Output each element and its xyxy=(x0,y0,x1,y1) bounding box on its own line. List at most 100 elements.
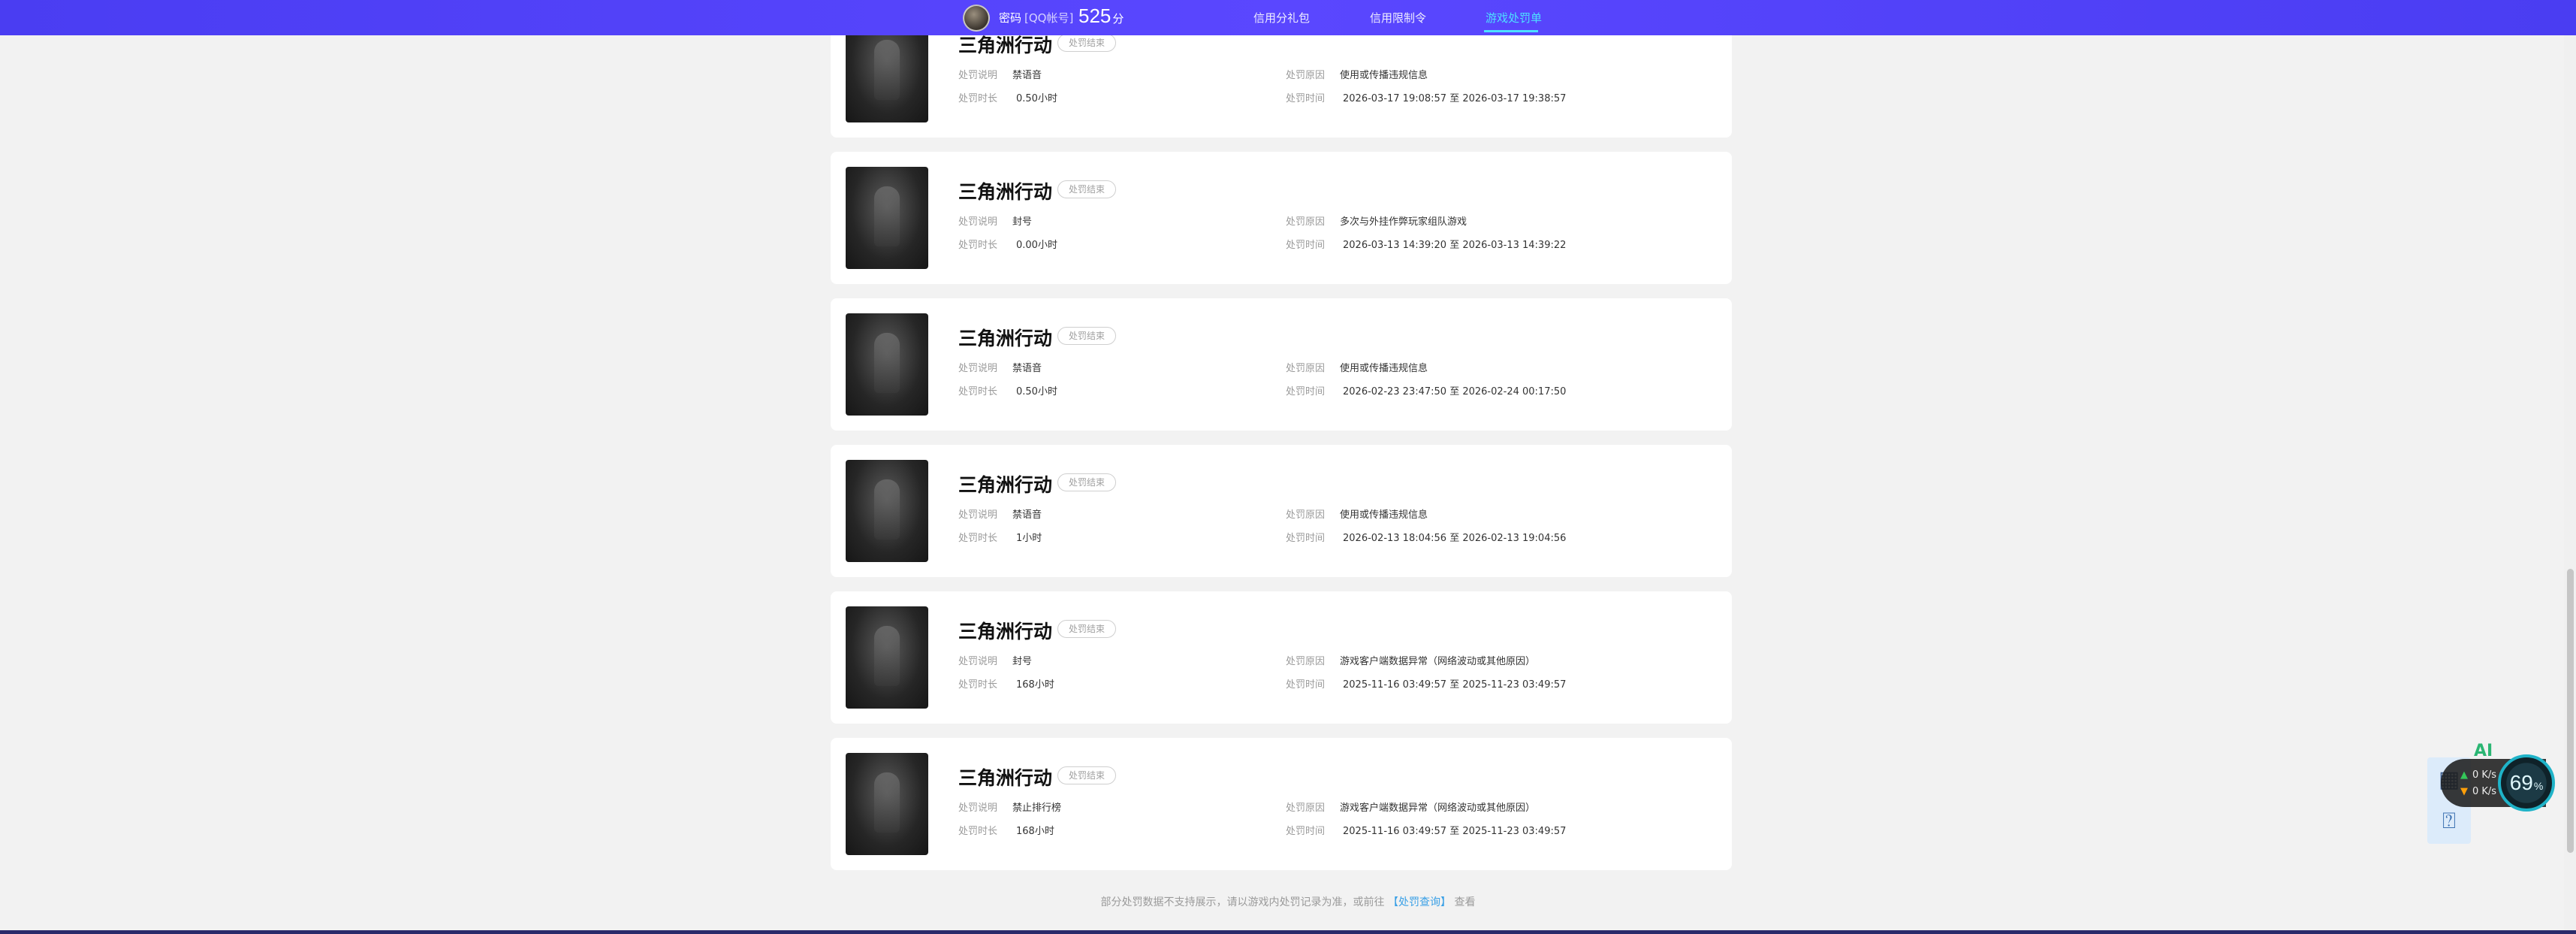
status-badge: 处罚结束 xyxy=(1057,620,1117,638)
account-type: [QQ帐号] xyxy=(1024,11,1074,25)
account-name: 密码 xyxy=(999,11,1022,25)
top-nav-bar: 密码 [QQ帐号] 525 分 信用分礼包 信用限制令 游戏处罚单 xyxy=(0,0,2576,35)
penalty-record-card: 三角洲行动 处罚结束处罚说明 封号处罚时长 0.00小时 处罚原因 多次与外挂作弊玩家组队… xyxy=(831,152,1732,284)
penalty-desc-label: 处罚说明 xyxy=(958,509,998,521)
game-thumbnail xyxy=(846,313,928,416)
game-thumbnail xyxy=(846,753,928,855)
penalty-time-value: 2026-02-23 23:47:50 至 2026-02-24 00:17:5… xyxy=(1343,386,1567,397)
penalty-desc-value: 封号 xyxy=(1012,656,1033,667)
performance-gauge[interactable]: 69% xyxy=(2498,754,2555,812)
penalty-reason-value: 游戏客户端数据异常（网络波动或其他原因） xyxy=(1340,656,1536,667)
penalty-desc-label: 处罚说明 xyxy=(958,216,998,228)
penalty-desc-value: 禁语音 xyxy=(1012,70,1042,81)
score-unit: 分 xyxy=(1112,13,1124,26)
nav-credit-restriction[interactable]: 信用限制令 xyxy=(1370,10,1426,26)
penalty-desc-value: 禁语音 xyxy=(1012,363,1042,374)
penalty-time-value: 2026-03-13 14:39:20 至 2026-03-13 14:39:2… xyxy=(1343,240,1567,251)
penalty-duration-value: 1小时 xyxy=(1016,533,1042,544)
game-thumbnail xyxy=(846,167,928,269)
download-arrow-icon: ▼ xyxy=(2460,786,2468,797)
penalty-reason-label: 处罚原因 xyxy=(1286,509,1326,521)
download-speed: ▼ 0 K/s xyxy=(2460,786,2496,797)
footer-note-text: 部分处罚数据不支持展示，请以游戏内处罚记录为准，或前往 xyxy=(1100,896,1385,908)
gauge-value: 69 xyxy=(2509,771,2533,794)
upload-speed-value: 0 K/s xyxy=(2472,769,2497,781)
bottom-border xyxy=(0,930,2576,934)
game-thumbnail xyxy=(846,460,928,562)
download-speed-value: 0 K/s xyxy=(2472,786,2497,797)
penalty-time-label: 处罚时间 xyxy=(1286,93,1326,104)
penalty-duration-value: 168小时 xyxy=(1016,826,1054,837)
ai-label[interactable]: AI xyxy=(2474,742,2493,760)
penalty-reason-value: 多次与外挂作弊玩家组队游戏 xyxy=(1340,216,1467,228)
footer-note: 部分处罚数据不支持展示，请以游戏内处罚记录为准，或前往 【处罚查询】 查看 xyxy=(0,894,2576,909)
penalty-duration-label: 处罚时长 xyxy=(958,679,998,691)
penalty-reason-value: 使用或传播违规信息 xyxy=(1340,70,1428,81)
penalty-time-label: 处罚时间 xyxy=(1286,679,1326,691)
game-title: 三角洲行动 xyxy=(958,621,1053,642)
penalty-reason-label: 处罚原因 xyxy=(1286,216,1326,228)
penalty-reason-label: 处罚原因 xyxy=(1286,70,1326,81)
penalty-reason-label: 处罚原因 xyxy=(1286,803,1326,814)
penalty-record-card: 三角洲行动 处罚结束处罚说明 封号处罚时长 168小时 处罚原因 游戏客户端数据异常（网络… xyxy=(831,591,1732,724)
nav-penalty-list[interactable]: 游戏处罚单 xyxy=(1486,10,1542,26)
nav-active-indicator xyxy=(1484,30,1538,32)
penalty-time-label: 处罚时间 xyxy=(1286,826,1326,837)
penalty-query-link[interactable]: 【处罚查询】 xyxy=(1388,896,1451,908)
credit-score: 525 分 xyxy=(1078,5,1124,28)
penalty-record-card: 三角洲行动 处罚结束处罚说明 禁语音处罚时长 1小时 处罚原因 使用或传播违规信息处罚时间… xyxy=(831,445,1732,577)
penalty-desc-label: 处罚说明 xyxy=(958,70,998,81)
upload-speed: ▲ 0 K/s xyxy=(2460,769,2496,781)
penalty-desc-value: 禁止排行榜 xyxy=(1012,803,1062,814)
gauge-unit: % xyxy=(2533,780,2544,792)
nav-credit-gift[interactable]: 信用分礼包 xyxy=(1253,10,1310,26)
account-info: 密码 [QQ帐号] xyxy=(999,10,1073,26)
penalty-time-value: 2026-02-13 18:04:56 至 2026-02-13 19:04:5… xyxy=(1343,533,1567,544)
penalty-desc-value: 封号 xyxy=(1012,216,1033,228)
penalty-time-label: 处罚时间 xyxy=(1286,386,1326,397)
penalty-duration-value: 0.50小时 xyxy=(1016,93,1057,104)
penalty-reason-value: 游戏客户端数据异常（网络波动或其他原因） xyxy=(1340,803,1536,814)
game-thumbnail xyxy=(846,20,928,122)
penalty-duration-label: 处罚时长 xyxy=(958,826,998,837)
penalty-time-value: 2026-03-17 19:08:57 至 2026-03-17 19:38:5… xyxy=(1343,93,1567,104)
penalty-duration-label: 处罚时长 xyxy=(958,386,998,397)
penalty-desc-value: 禁语音 xyxy=(1012,509,1042,521)
status-badge: 处罚结束 xyxy=(1057,180,1117,198)
score-value: 525 xyxy=(1078,5,1112,27)
upload-arrow-icon: ▲ xyxy=(2460,769,2468,781)
page: 密码 [QQ帐号] 525 分 信用分礼包 信用限制令 游戏处罚单 三角洲行动 处罚结… xyxy=(0,0,2576,934)
penalty-desc-label: 处罚说明 xyxy=(958,656,998,667)
penalty-desc-label: 处罚说明 xyxy=(958,363,998,374)
penalty-reason-value: 使用或传播违规信息 xyxy=(1340,509,1428,521)
penalty-reason-label: 处罚原因 xyxy=(1286,363,1326,374)
penalty-time-value: 2025-11-16 03:49:57 至 2025-11-23 03:49:5… xyxy=(1343,679,1567,691)
penalty-duration-label: 处罚时长 xyxy=(958,240,998,251)
penalty-duration-value: 0.50小时 xyxy=(1016,386,1057,397)
penalty-time-value: 2025-11-16 03:49:57 至 2025-11-23 03:49:5… xyxy=(1343,826,1567,837)
status-badge: 处罚结束 xyxy=(1057,766,1117,784)
penalty-time-label: 处罚时间 xyxy=(1286,533,1326,544)
game-title: 三角洲行动 xyxy=(958,474,1053,496)
penalty-duration-label: 处罚时长 xyxy=(958,533,998,544)
game-thumbnail xyxy=(846,606,928,709)
penalty-time-label: 处罚时间 xyxy=(1286,240,1326,251)
game-title: 三角洲行动 xyxy=(958,767,1053,789)
penalty-duration-value: 0.00小时 xyxy=(1016,240,1057,251)
penalty-record-card: 三角洲行动 处罚结束处罚说明 禁止排行榜处罚时长 168小时 处罚原因 游戏客户端数据异常… xyxy=(831,738,1732,870)
penalty-record-card: 三角洲行动 处罚结束处罚说明 禁语音处罚时长 0.50小时 处罚原因 使用或传播违规信息处… xyxy=(831,298,1732,431)
help-chat-icon: ⍰ xyxy=(2442,807,2456,834)
game-title: 三角洲行动 xyxy=(958,181,1053,203)
status-badge: 处罚结束 xyxy=(1057,34,1117,52)
game-title: 三角洲行动 xyxy=(958,328,1053,349)
penalty-desc-label: 处罚说明 xyxy=(958,803,998,814)
scrollbar-thumb[interactable] xyxy=(2567,569,2574,853)
penalty-duration-label: 处罚时长 xyxy=(958,93,998,104)
status-badge: 处罚结束 xyxy=(1057,473,1117,491)
penalty-reason-value: 使用或传播违规信息 xyxy=(1340,363,1428,374)
penalty-reason-label: 处罚原因 xyxy=(1286,656,1326,667)
avatar[interactable] xyxy=(963,5,990,32)
footer-note-suffix: 查看 xyxy=(1454,896,1476,908)
penalty-duration-value: 168小时 xyxy=(1016,679,1054,691)
status-badge: 处罚结束 xyxy=(1057,327,1117,345)
